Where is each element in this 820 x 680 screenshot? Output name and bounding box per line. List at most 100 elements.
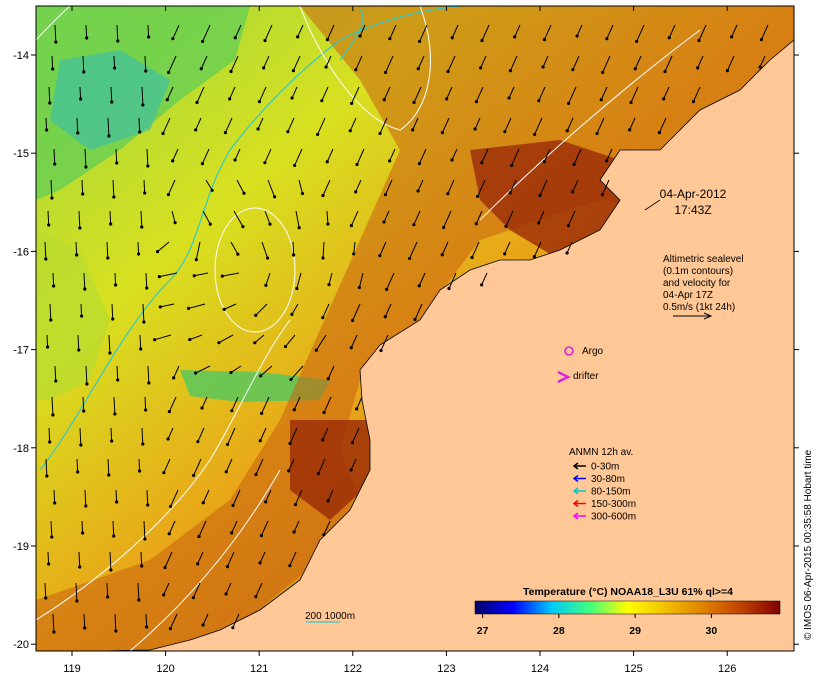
velocity-arrow-head bbox=[382, 98, 386, 102]
velocity-arrow-head bbox=[258, 561, 262, 565]
velocity-arrow-head bbox=[52, 284, 56, 288]
velocity-arrow-head bbox=[236, 252, 240, 256]
velocity-arrow-head bbox=[314, 348, 318, 352]
velocity-arrow-head bbox=[113, 412, 117, 416]
velocity-arrow-head bbox=[163, 565, 167, 570]
colorbar-tick-label: 28 bbox=[553, 625, 565, 637]
velocity-arrow-head bbox=[287, 469, 291, 473]
velocity-arrow-head bbox=[167, 532, 171, 536]
lat-tick-label: -17 bbox=[13, 345, 29, 357]
isobath-legend-label: 200 1000m bbox=[305, 611, 355, 622]
velocity-arrow-head bbox=[349, 223, 354, 228]
velocity-arrow-head bbox=[354, 190, 358, 194]
velocity-arrow-head bbox=[296, 35, 300, 39]
velocity-arrow-head bbox=[171, 159, 175, 163]
velocity-arrow-head bbox=[254, 595, 258, 599]
velocity-arrow-head bbox=[76, 131, 80, 135]
velocity-arrow-head bbox=[157, 275, 161, 279]
time-label: 17:43Z bbox=[674, 203, 711, 217]
velocity-arrow-head bbox=[572, 162, 576, 167]
velocity-arrow bbox=[139, 334, 142, 350]
velocity-arrow-head bbox=[106, 256, 110, 260]
velocity-arrow-head bbox=[355, 407, 359, 411]
velocity-arrow-head bbox=[541, 65, 545, 69]
velocity-arrow-head bbox=[167, 409, 172, 414]
lat-tick-label: -19 bbox=[13, 541, 29, 553]
velocity-arrow-head bbox=[288, 564, 292, 568]
velocity-arrow-head bbox=[322, 410, 326, 415]
velocity-arrow-head bbox=[657, 130, 662, 135]
velocity-arrow-head bbox=[46, 562, 51, 566]
velocity-arrow-head bbox=[225, 564, 230, 569]
velocity-arrow bbox=[145, 613, 148, 628]
velocity-arrow bbox=[51, 55, 54, 70]
velocity-arrow bbox=[80, 303, 83, 317]
velocity-arrow-head bbox=[201, 623, 205, 627]
lon-tick-label: 125 bbox=[624, 663, 642, 675]
velocity-arrow-head bbox=[480, 161, 484, 165]
velocity-arrow-head bbox=[533, 132, 537, 137]
velocity-arrow-head bbox=[446, 69, 450, 74]
velocity-arrow-head bbox=[357, 285, 361, 290]
velocity-arrow-head bbox=[321, 256, 325, 260]
velocity-arrow-head bbox=[242, 191, 246, 195]
velocity-arrow-head bbox=[258, 439, 262, 443]
velocity-arrow-head bbox=[112, 195, 116, 199]
velocity-arrow-head bbox=[350, 440, 355, 445]
velocity-arrow-head bbox=[82, 70, 86, 74]
velocity-arrow-head bbox=[106, 595, 110, 599]
velocity-arrow-head bbox=[354, 68, 358, 72]
velocity-arrow-head bbox=[297, 226, 301, 230]
velocity-arrow-head bbox=[599, 98, 603, 102]
velocity-arrow-head bbox=[80, 531, 85, 535]
velocity-arrow-head bbox=[78, 226, 82, 230]
velocity-arrow-head bbox=[382, 220, 386, 224]
velocity-arrow-head bbox=[351, 318, 355, 323]
velocity-arrow-head bbox=[507, 96, 511, 100]
velocity-arrow-head bbox=[565, 129, 569, 133]
velocity-arrow-head bbox=[188, 337, 192, 342]
velocity-arrow-head bbox=[571, 190, 575, 194]
velocity-arrow-head bbox=[116, 39, 120, 43]
velocity-arrow-head bbox=[291, 68, 296, 73]
altimetry-line: and velocity for bbox=[663, 278, 731, 289]
velocity-arrow-head bbox=[316, 471, 321, 476]
velocity-arrow-head bbox=[324, 65, 328, 69]
velocity-arrow-head bbox=[412, 100, 416, 105]
velocity-arrow-head bbox=[322, 533, 326, 537]
velocity-arrow-head bbox=[272, 195, 277, 199]
velocity-arrow-head bbox=[447, 286, 451, 291]
velocity-arrow-head bbox=[537, 221, 541, 225]
velocity-arrow-head bbox=[508, 68, 513, 73]
velocity-arrow-head bbox=[759, 37, 764, 42]
velocity-arrow-head bbox=[76, 470, 80, 474]
velocity-arrow-head bbox=[321, 438, 325, 442]
velocity-arrow bbox=[53, 489, 56, 504]
velocity-arrow-head bbox=[254, 472, 258, 477]
velocity-arrow-head bbox=[226, 442, 230, 447]
velocity-arrow bbox=[81, 179, 84, 195]
velocity-arrow-head bbox=[186, 306, 191, 310]
velocity-arrow-head bbox=[110, 100, 114, 104]
velocity-arrow-head bbox=[662, 97, 666, 101]
velocity-arrow-head bbox=[445, 97, 449, 101]
velocity-arrow bbox=[83, 613, 86, 629]
velocity-arrow-head bbox=[195, 100, 199, 105]
velocity-arrow-head bbox=[440, 253, 444, 257]
velocity-arrow-head bbox=[263, 161, 267, 165]
velocity-arrow-head bbox=[162, 471, 166, 475]
velocity-arrow-head bbox=[200, 161, 205, 166]
velocity-arrow-head bbox=[542, 160, 546, 164]
velocity-arrow-head bbox=[260, 411, 264, 416]
velocity-arrow-head bbox=[378, 131, 382, 136]
velocity-arrow-head bbox=[155, 250, 160, 254]
velocity-arrow-head bbox=[165, 98, 169, 102]
velocity-arrow-head bbox=[300, 191, 305, 196]
velocity-arrow-head bbox=[78, 565, 82, 569]
lat-tick-label: -14 bbox=[13, 50, 29, 62]
velocity-arrow-head bbox=[350, 101, 354, 106]
velocity-arrow-head bbox=[51, 67, 55, 71]
lon-tick-label: 123 bbox=[437, 663, 455, 675]
velocity-arrow-head bbox=[191, 595, 196, 600]
velocity-arrow-head bbox=[228, 97, 232, 101]
